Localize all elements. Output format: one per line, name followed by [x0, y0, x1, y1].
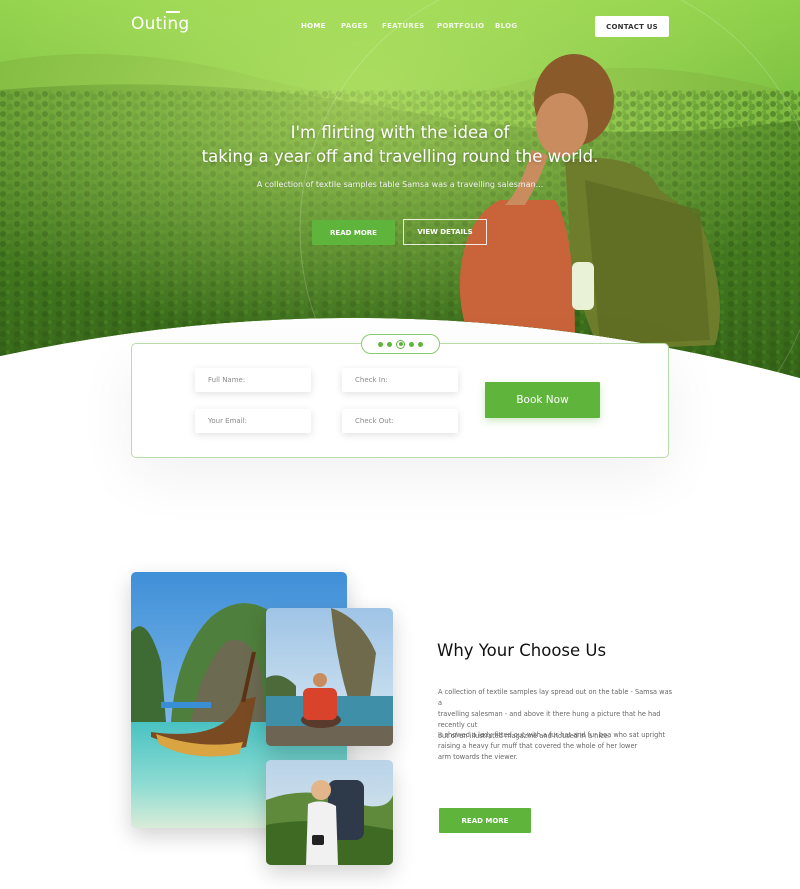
nav-item-home[interactable]: HOME: [301, 22, 326, 30]
nav-item-portfolio[interactable]: PORTFOLIO: [437, 22, 484, 30]
hiker-smiling-photo: [266, 760, 393, 865]
slider-pagination: [361, 334, 440, 354]
contact-us-button[interactable]: CONTACT US: [595, 16, 669, 37]
book-now-button[interactable]: Book Now: [485, 382, 600, 418]
hero-view-details-button[interactable]: VIEW DETAILS: [403, 219, 487, 245]
why-paragraph-1-line: travelling salesman - and above it there…: [438, 710, 661, 729]
logo-accent-bar: [166, 11, 180, 13]
why-choose-us-title: Why Your Choose Us: [437, 641, 607, 660]
main-nav: HOME PAGES FEATURES PORTFOLIO BLOG: [0, 22, 800, 34]
traveler-sitting-photo: [266, 608, 393, 746]
hero-title-line-2: taking a year off and travelling round t…: [201, 147, 599, 166]
slide-dot-1[interactable]: [378, 341, 383, 347]
why-paragraph-1-line: A collection of textile samples lay spre…: [438, 688, 673, 707]
nav-item-pages[interactable]: PAGES: [341, 22, 368, 30]
traveler-sitting-image: [266, 608, 393, 746]
hero-title-line-1: I'm flirting with the idea of: [290, 123, 510, 142]
why-read-more-button[interactable]: READ MORE: [439, 808, 531, 833]
hiker-smiling-image: [266, 760, 393, 865]
slide-dot-2[interactable]: [387, 341, 392, 347]
slide-dot-3[interactable]: [396, 339, 405, 349]
why-paragraph-2: It showed a lady fitted out with a fur h…: [438, 730, 673, 763]
full-name-input[interactable]: Full Name:: [195, 368, 311, 392]
nav-item-blog[interactable]: BLOG: [495, 22, 517, 30]
why-paragraph-2-line: raising a heavy fur muff that covered th…: [438, 742, 638, 750]
check-out-input[interactable]: Check Out:: [342, 409, 458, 433]
why-paragraph-2-line: It showed a lady fitted out with a fur h…: [438, 731, 666, 739]
slide-dot-5[interactable]: [418, 341, 423, 347]
nav-item-features[interactable]: FEATURES: [382, 22, 425, 30]
hero-subtitle: A collection of textile samples table Sa…: [256, 180, 544, 189]
hero-title: I'm flirting with the idea of taking a y…: [160, 121, 640, 169]
check-in-input[interactable]: Check In:: [342, 368, 458, 392]
hero-read-more-button[interactable]: READ MORE: [312, 220, 395, 245]
email-input[interactable]: Your Email:: [195, 409, 311, 433]
why-paragraph-2-line: arm towards the viewer.: [438, 753, 518, 761]
slide-dot-4[interactable]: [409, 341, 414, 347]
